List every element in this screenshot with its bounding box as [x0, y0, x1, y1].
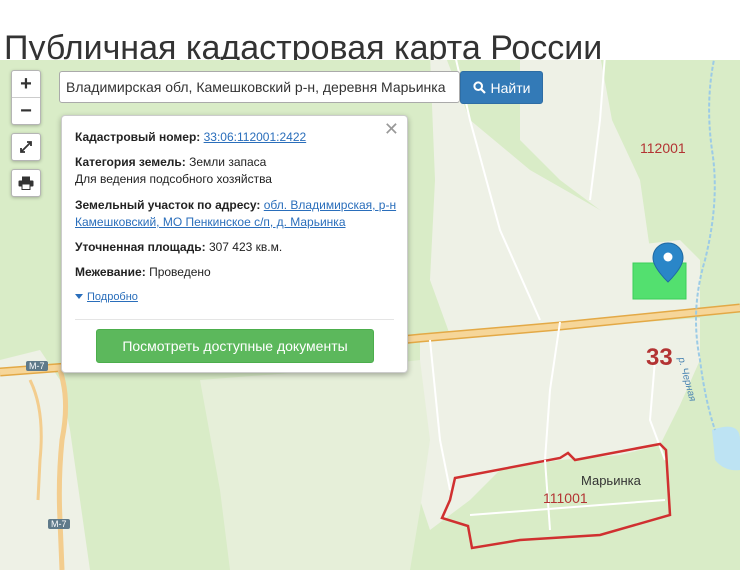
address-row: Земельный участок по адресу: обл. Владим… — [75, 197, 400, 231]
survey-label: Межевание: — [75, 265, 146, 279]
area-label: Уточненная площадь: — [75, 240, 206, 254]
zoom-in-icon[interactable]: + — [12, 71, 40, 97]
print-button[interactable] — [11, 169, 41, 197]
cadastral-number-link[interactable]: 33:06:112001:2422 — [204, 130, 307, 144]
fullscreen-icon — [20, 141, 32, 153]
search-button-label: Найти — [490, 79, 531, 96]
address-search-input[interactable]: Владимирская обл, Камешковский р-н, дере… — [59, 71, 460, 103]
cadastral-number-label: Кадастровый номер: — [75, 130, 201, 144]
caret-down-icon — [75, 294, 83, 299]
land-category-row: Категория земель: Земли запаса Для веден… — [75, 154, 400, 188]
land-category-value: Земли запаса — [189, 155, 267, 169]
road-m7-badge: М-7 — [48, 519, 70, 529]
address-label: Земельный участок по адресу: — [75, 198, 261, 212]
search-button[interactable]: Найти — [460, 71, 543, 104]
zoom-out-icon[interactable]: − — [12, 97, 40, 124]
field-area — [200, 360, 430, 570]
area-value: 307 423 кв.м. — [208, 240, 283, 254]
field-area — [0, 350, 90, 570]
zoom-control: + − — [11, 70, 41, 125]
popup-divider — [75, 319, 394, 320]
survey-value: Проведено — [149, 265, 211, 279]
print-icon — [18, 176, 34, 190]
quarter-label-south: 111001 — [543, 490, 588, 506]
survey-row: Межевание: Проведено — [75, 264, 400, 281]
region-code-label: 33 — [646, 344, 673, 371]
details-link: Подробно — [87, 291, 138, 303]
fullscreen-button[interactable] — [11, 133, 41, 161]
land-category-label: Категория земель: — [75, 155, 186, 169]
view-documents-button[interactable]: Посмотреть доступные документы — [96, 329, 374, 363]
search-icon — [472, 81, 486, 94]
parcel-info-popup: ✕ Кадастровый номер: 33:06:112001:2422 К… — [61, 115, 408, 373]
area-row: Уточненная площадь: 307 423 кв.м. — [75, 239, 400, 256]
road-m7-badge: М-7 — [26, 361, 48, 371]
land-usage-value: Для ведения подсобного хозяйства — [75, 172, 272, 186]
lake — [712, 426, 740, 471]
village-name-label: Марьинка — [581, 473, 641, 488]
quarter-label-north: 112001 — [640, 140, 686, 156]
details-toggle[interactable]: Подробно — [75, 291, 138, 303]
cadastral-number-row: Кадастровый номер: 33:06:112001:2422 — [75, 129, 400, 146]
river — [695, 60, 716, 431]
